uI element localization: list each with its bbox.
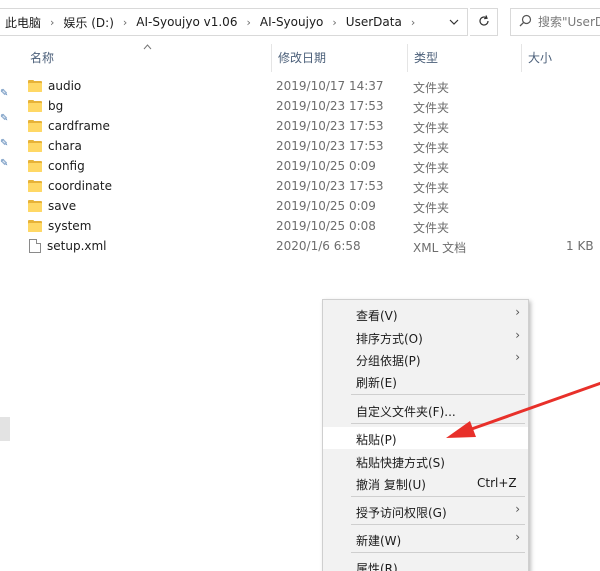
- file-type: 文件夹: [413, 201, 450, 215]
- folder-icon: [28, 180, 42, 192]
- file-name[interactable]: bg: [48, 99, 63, 113]
- menu-item-paste-shortcut[interactable]: 粘贴快捷方式(S): [323, 450, 528, 472]
- menu-separator: [351, 394, 525, 395]
- folder-icon: [28, 140, 42, 152]
- refresh-icon: [477, 14, 491, 31]
- folder-icon: [28, 100, 42, 112]
- folder-icon: [28, 200, 42, 212]
- column-header-type[interactable]: 类型: [408, 44, 522, 72]
- file-type: 文件夹: [413, 81, 450, 95]
- file-row[interactable]: config 2019/10/25 0:09 文件夹: [0, 156, 600, 176]
- file-date: 2019/10/25 0:09: [276, 159, 376, 173]
- menu-item-customize-folder[interactable]: 自定义文件夹(F)...: [323, 399, 528, 421]
- menu-separator: [351, 524, 525, 525]
- file-date: 2020/1/6 6:58: [276, 239, 361, 253]
- menu-item-properties[interactable]: 属性(R): [323, 556, 528, 571]
- menu-item-paste[interactable]: 粘贴(P): [323, 427, 528, 449]
- file-date: 2019/10/17 14:37: [276, 79, 384, 93]
- menu-shortcut: Ctrl+Z: [477, 476, 517, 490]
- file-row[interactable]: chara 2019/10/23 17:53 文件夹: [0, 136, 600, 156]
- file-name[interactable]: save: [48, 199, 76, 213]
- file-type: XML 文档: [413, 241, 467, 255]
- file-row[interactable]: save 2019/10/25 0:09 文件夹: [0, 196, 600, 216]
- breadcrumb-this-pc[interactable]: 此电脑: [5, 14, 41, 31]
- folder-icon: [28, 120, 42, 132]
- file-row[interactable]: system 2019/10/25 0:08 文件夹: [0, 216, 600, 236]
- file-date: 2019/10/25 0:08: [276, 219, 376, 233]
- file-size: 1 KB: [566, 239, 594, 253]
- column-header-date[interactable]: 修改日期: [272, 44, 408, 72]
- menu-item-sort-by[interactable]: 排序方式(O) ›: [323, 326, 528, 348]
- menu-item-refresh[interactable]: 刷新(E): [323, 370, 528, 392]
- file-name[interactable]: cardframe: [48, 119, 110, 133]
- menu-separator: [351, 552, 525, 553]
- refresh-button[interactable]: [470, 8, 498, 36]
- menu-separator: [351, 496, 525, 497]
- breadcrumb-separator-icon[interactable]: ›: [123, 16, 127, 29]
- file-row[interactable]: coordinate 2019/10/23 17:53 文件夹: [0, 176, 600, 196]
- chevron-right-icon: ›: [515, 328, 520, 342]
- file-name[interactable]: setup.xml: [47, 239, 107, 253]
- address-bar[interactable]: 此电脑 › 娱乐 (D:) › AI-Syoujyo v1.06 › AI-Sy…: [0, 8, 468, 36]
- breadcrumb-separator-icon[interactable]: ›: [411, 16, 415, 29]
- menu-item-view[interactable]: 查看(V) ›: [323, 303, 528, 325]
- file-row[interactable]: bg 2019/10/23 17:53 文件夹: [0, 96, 600, 116]
- search-box[interactable]: [510, 8, 600, 36]
- menu-item-undo-copy[interactable]: 撤消 复制(U) Ctrl+Z: [323, 472, 528, 494]
- file-name[interactable]: audio: [48, 79, 81, 93]
- file-date: 2019/10/25 0:09: [276, 199, 376, 213]
- breadcrumb-ai-syoujyo[interactable]: AI-Syoujyo: [260, 15, 324, 29]
- file-date: 2019/10/23 17:53: [276, 119, 384, 133]
- file-type: 文件夹: [413, 161, 450, 175]
- column-headers: 名称 修改日期 类型 大小: [0, 44, 600, 72]
- breadcrumb-ai-syoujyo-v106[interactable]: AI-Syoujyo v1.06: [136, 15, 237, 29]
- breadcrumb-separator-icon[interactable]: ›: [332, 16, 336, 29]
- breadcrumb-drive[interactable]: 娱乐 (D:): [63, 14, 113, 31]
- column-header-size[interactable]: 大小: [522, 44, 600, 72]
- menu-item-new[interactable]: 新建(W) ›: [323, 528, 528, 550]
- chevron-right-icon: ›: [515, 502, 520, 516]
- folder-icon: [28, 160, 42, 172]
- chevron-right-icon: ›: [515, 305, 520, 319]
- search-icon: [519, 14, 532, 30]
- file-type: 文件夹: [413, 121, 450, 135]
- file-row[interactable]: setup.xml 2020/1/6 6:58 XML 文档 1 KB: [0, 236, 600, 256]
- chevron-right-icon: ›: [515, 350, 520, 364]
- menu-item-group-by[interactable]: 分组依据(P) ›: [323, 348, 528, 370]
- menu-item-give-access[interactable]: 授予访问权限(G) ›: [323, 500, 528, 522]
- file-row[interactable]: cardframe 2019/10/23 17:53 文件夹: [0, 116, 600, 136]
- navigation-pane-edge: [0, 417, 10, 441]
- file-date: 2019/10/23 17:53: [276, 179, 384, 193]
- breadcrumb: 此电脑 › 娱乐 (D:) › AI-Syoujyo v1.06 › AI-Sy…: [5, 9, 424, 35]
- file-type: 文件夹: [413, 221, 450, 235]
- file-type: 文件夹: [413, 181, 450, 195]
- address-bar-row: 此电脑 › 娱乐 (D:) › AI-Syoujyo v1.06 › AI-Sy…: [0, 0, 600, 42]
- context-menu: 查看(V) › 排序方式(O) › 分组依据(P) › 刷新(E) 自定义文件夹…: [322, 299, 529, 571]
- folder-icon: [28, 80, 42, 92]
- folder-icon: [28, 220, 42, 232]
- file-name[interactable]: coordinate: [48, 179, 112, 193]
- column-header-name[interactable]: 名称: [24, 44, 272, 72]
- file-date: 2019/10/23 17:53: [276, 99, 384, 113]
- chevron-down-icon[interactable]: [441, 9, 467, 35]
- chevron-right-icon: ›: [515, 530, 520, 544]
- breadcrumb-separator-icon[interactable]: ›: [246, 16, 250, 29]
- menu-separator: [351, 423, 525, 424]
- file-date: 2019/10/23 17:53: [276, 139, 384, 153]
- breadcrumb-separator-icon[interactable]: ›: [50, 16, 54, 29]
- breadcrumb-userdata[interactable]: UserData: [346, 15, 402, 29]
- file-type: 文件夹: [413, 141, 450, 155]
- search-input[interactable]: [538, 15, 600, 29]
- file-type: 文件夹: [413, 101, 450, 115]
- file-row[interactable]: audio 2019/10/17 14:37 文件夹: [0, 76, 600, 96]
- file-name[interactable]: chara: [48, 139, 82, 153]
- xml-file-icon: [29, 239, 41, 253]
- file-name[interactable]: system: [48, 219, 91, 233]
- file-name[interactable]: config: [48, 159, 85, 173]
